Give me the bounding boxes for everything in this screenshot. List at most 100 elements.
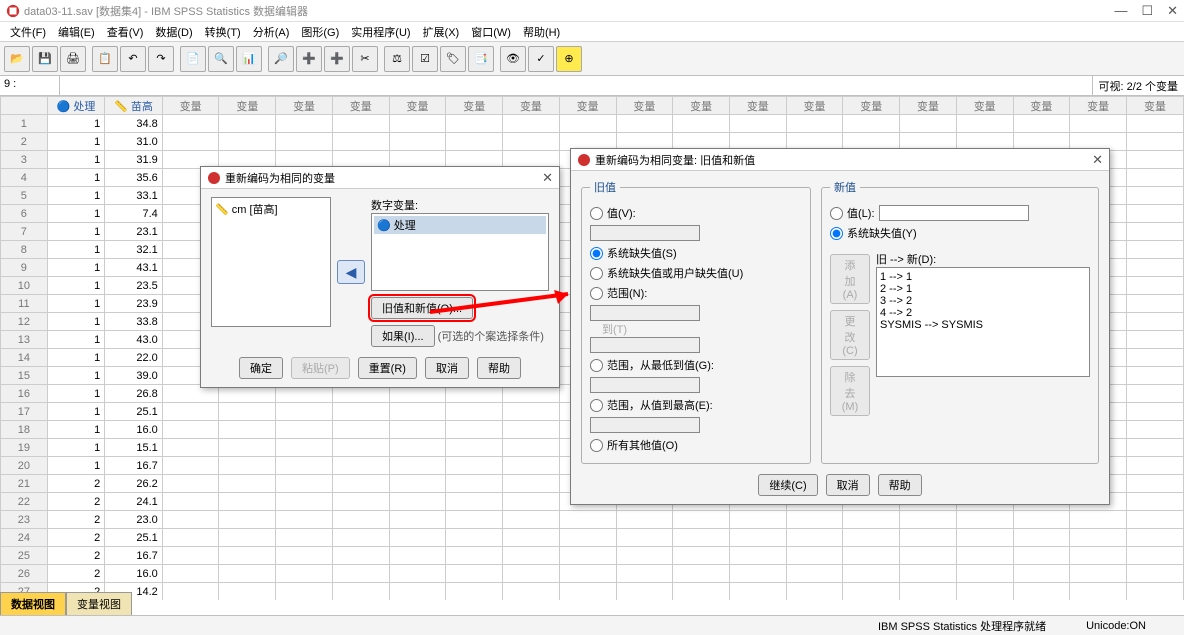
row-number[interactable]: 18 [1, 421, 48, 439]
empty-column-header[interactable]: 变量 [446, 97, 503, 115]
print-icon[interactable]: 🖨 [60, 46, 86, 72]
select-cases-icon[interactable]: ☑ [412, 46, 438, 72]
row-number[interactable]: 19 [1, 439, 48, 457]
goto-variable-icon[interactable]: 🔍 [208, 46, 234, 72]
spell-check-icon[interactable]: ✓ [528, 46, 554, 72]
row-number[interactable]: 25 [1, 547, 48, 565]
menu-item[interactable]: 分析(A) [247, 22, 296, 42]
menu-item[interactable]: 编辑(E) [52, 22, 101, 42]
empty-column-header[interactable]: 变量 [786, 97, 843, 115]
menu-item[interactable]: 转换(T) [199, 22, 247, 42]
row-number[interactable]: 3 [1, 151, 48, 169]
mapping-item[interactable]: 2 --> 1 [880, 283, 1086, 295]
move-right-button[interactable]: ◀ [337, 260, 365, 284]
table-row[interactable]: 1134.8 [1, 115, 1184, 133]
old-value-radio[interactable] [590, 207, 603, 220]
empty-column-header[interactable]: 变量 [332, 97, 389, 115]
dialog1-reset-button[interactable]: 重置(R) [358, 357, 417, 379]
new-value-input[interactable] [879, 205, 1029, 221]
save-icon[interactable]: 💾 [32, 46, 58, 72]
row-number[interactable]: 24 [1, 529, 48, 547]
target-var-list[interactable]: 🔵 处理 [371, 213, 549, 291]
menu-item[interactable]: 窗口(W) [465, 22, 517, 42]
row-number[interactable]: 1 [1, 115, 48, 133]
row-number[interactable]: 15 [1, 367, 48, 385]
row-number[interactable]: 22 [1, 493, 48, 511]
undo-icon[interactable]: ↶ [120, 46, 146, 72]
change-mapping-button[interactable]: 更改(C) [830, 310, 870, 360]
dialog1-paste-button[interactable]: 粘贴(P) [291, 357, 350, 379]
dialog1-cancel-button[interactable]: 取消 [425, 357, 469, 379]
menu-item[interactable]: 查看(V) [101, 22, 150, 42]
column-header[interactable]: 📏 苗高 [105, 97, 163, 115]
run-icon[interactable]: ⊕ [556, 46, 582, 72]
row-number[interactable]: 7 [1, 223, 48, 241]
menu-item[interactable]: 实用程序(U) [345, 22, 416, 42]
row-number[interactable]: 16 [1, 385, 48, 403]
menu-item[interactable]: 图形(G) [295, 22, 345, 42]
recall-dialog-icon[interactable]: 📋 [92, 46, 118, 72]
dialog1-ok-button[interactable]: 确定 [239, 357, 283, 379]
target-var-item[interactable]: 🔵 处理 [374, 216, 546, 234]
row-number[interactable]: 13 [1, 331, 48, 349]
variables-icon[interactable]: 📊 [236, 46, 262, 72]
empty-column-header[interactable]: 变量 [956, 97, 1013, 115]
mapping-item[interactable]: 3 --> 2 [880, 295, 1086, 307]
empty-column-header[interactable]: 变量 [1013, 97, 1070, 115]
mapping-item[interactable]: 1 --> 1 [880, 271, 1086, 283]
new-sysmis-radio[interactable] [830, 227, 843, 240]
find-icon[interactable]: 🔎 [268, 46, 294, 72]
row-number[interactable]: 10 [1, 277, 48, 295]
row-number[interactable]: 6 [1, 205, 48, 223]
old-range-highest-radio[interactable] [590, 399, 603, 412]
menu-item[interactable]: 扩展(X) [417, 22, 466, 42]
weight-cases-icon[interactable]: ⚖ [384, 46, 410, 72]
old-sysusermis-radio[interactable] [590, 267, 603, 280]
empty-column-header[interactable]: 变量 [389, 97, 446, 115]
maximize-button[interactable]: ☐ [1141, 3, 1153, 19]
empty-column-header[interactable]: 变量 [900, 97, 957, 115]
old-sysmis-radio[interactable] [590, 247, 603, 260]
old-range-radio[interactable] [590, 287, 603, 300]
row-number[interactable]: 14 [1, 349, 48, 367]
row-number[interactable]: 9 [1, 259, 48, 277]
row-number[interactable]: 23 [1, 511, 48, 529]
redo-icon[interactable]: ↷ [148, 46, 174, 72]
row-number[interactable]: 11 [1, 295, 48, 313]
goto-case-icon[interactable]: 📄 [180, 46, 206, 72]
table-row[interactable]: 26216.0 [1, 565, 1184, 583]
source-var-item[interactable]: 📏 cm [苗高] [215, 201, 327, 217]
row-number[interactable]: 8 [1, 241, 48, 259]
dialog1-close-icon[interactable]: ✕ [542, 170, 553, 186]
row-number[interactable]: 26 [1, 565, 48, 583]
cell-reference[interactable]: 9 : [0, 76, 60, 95]
show-all-vars-icon[interactable]: 👁 [500, 46, 526, 72]
column-header[interactable]: 🔵 处理 [47, 97, 105, 115]
dialog2-help-button[interactable]: 帮助 [878, 474, 922, 496]
close-button[interactable]: ✕ [1167, 3, 1178, 19]
empty-column-header[interactable]: 变量 [503, 97, 560, 115]
add-mapping-button[interactable]: 添加(A) [830, 254, 870, 304]
data-view-tab[interactable]: 数据视图 [0, 592, 66, 615]
dialog2-continue-button[interactable]: 继续(C) [758, 474, 817, 496]
value-labels-icon[interactable]: 🏷 [440, 46, 466, 72]
menu-item[interactable]: 帮助(H) [517, 22, 566, 42]
dialog1-help-button[interactable]: 帮助 [477, 357, 521, 379]
remove-mapping-button[interactable]: 除去(M) [830, 366, 870, 416]
row-number[interactable]: 5 [1, 187, 48, 205]
minimize-button[interactable]: — [1114, 3, 1127, 19]
dialog2-close-icon[interactable]: ✕ [1092, 152, 1103, 168]
empty-column-header[interactable]: 变量 [673, 97, 730, 115]
cell-value[interactable] [60, 76, 1092, 95]
dialog2-cancel-button[interactable]: 取消 [826, 474, 870, 496]
source-var-list[interactable]: 📏 cm [苗高] [211, 197, 331, 327]
new-value-radio[interactable] [830, 207, 843, 220]
empty-column-header[interactable]: 变量 [162, 97, 219, 115]
old-new-values-dialog[interactable]: 重新编码为相同变量: 旧值和新值 ✕ 旧值 值(V): 系统缺失值(S) 系统缺… [570, 148, 1110, 505]
table-row[interactable]: 23223.0 [1, 511, 1184, 529]
menu-item[interactable]: 数据(D) [149, 22, 198, 42]
row-number[interactable]: 20 [1, 457, 48, 475]
empty-column-header[interactable]: 变量 [616, 97, 673, 115]
old-new-values-button[interactable]: 旧值和新值(O)... [371, 297, 473, 319]
empty-column-header[interactable]: 变量 [276, 97, 333, 115]
